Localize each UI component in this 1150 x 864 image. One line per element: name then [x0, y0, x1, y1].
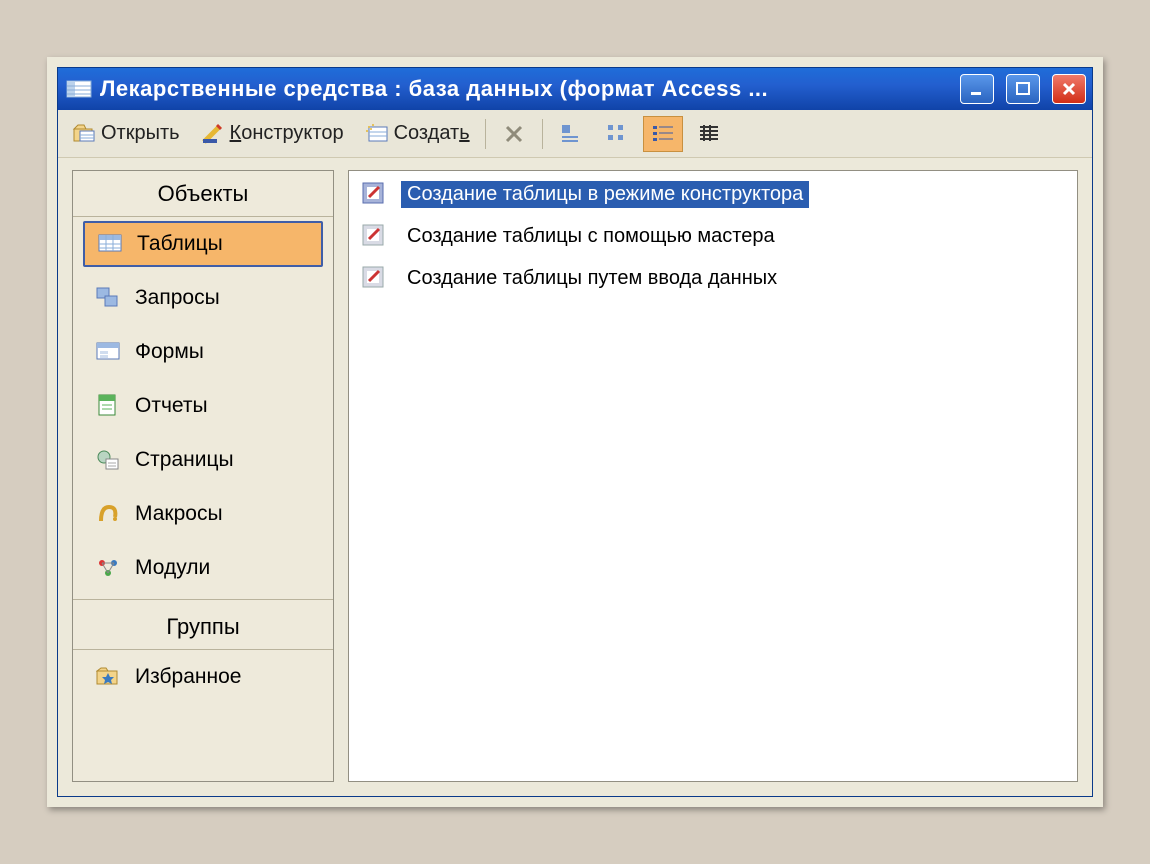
- sidebar-item-label: Модули: [135, 556, 210, 580]
- objects-sidebar: Объекты Таблицы Запросы: [72, 170, 334, 782]
- small-icons-button[interactable]: [597, 116, 637, 152]
- delete-button[interactable]: [494, 116, 534, 152]
- pages-icon: [95, 447, 121, 473]
- list-item-label: Создание таблицы путем ввода данных: [401, 265, 783, 292]
- app-icon: [66, 76, 92, 102]
- sidebar-item-macros[interactable]: Макросы: [83, 491, 323, 537]
- minimize-button[interactable]: [960, 74, 994, 104]
- database-window: Лекарственные средства : база данных (фо…: [57, 67, 1093, 797]
- macros-icon: [95, 501, 121, 527]
- list-item[interactable]: Создание таблицы с помощью мастера: [357, 219, 1069, 253]
- sidebar-item-label: Страницы: [135, 448, 234, 472]
- create-button[interactable]: Создать: [357, 116, 477, 152]
- details-view-button[interactable]: [689, 116, 729, 152]
- sidebar-item-label: Таблицы: [137, 232, 223, 256]
- list-item-label: Создание таблицы в режиме конструктора: [401, 181, 809, 208]
- sidebar-item-tables[interactable]: Таблицы: [83, 221, 323, 267]
- tables-icon: [97, 231, 123, 257]
- details-view-icon: [696, 121, 722, 147]
- reports-icon: [95, 393, 121, 419]
- titlebar[interactable]: Лекарственные средства : база данных (фо…: [58, 68, 1092, 110]
- small-icons-icon: [604, 121, 630, 147]
- large-icons-button[interactable]: [551, 116, 591, 152]
- large-icons-icon: [558, 121, 584, 147]
- sidebar-item-label: Формы: [135, 340, 204, 364]
- sidebar-item-label: Запросы: [135, 286, 220, 310]
- sidebar-item-queries[interactable]: Запросы: [83, 275, 323, 321]
- list-item[interactable]: Создание таблицы в режиме конструктора: [357, 177, 1069, 211]
- list-view-button[interactable]: [643, 116, 683, 152]
- design-icon: [200, 121, 226, 147]
- wizard-icon: [361, 265, 387, 291]
- design-button[interactable]: Конструктор: [193, 116, 351, 152]
- sidebar-item-forms[interactable]: Формы: [83, 329, 323, 375]
- close-button[interactable]: [1052, 74, 1086, 104]
- sidebar-item-reports[interactable]: Отчеты: [83, 383, 323, 429]
- sidebar-item-favorites[interactable]: Избранное: [83, 654, 323, 700]
- toolbar: Открыть Конструктор: [58, 110, 1092, 158]
- window-title: Лекарственные средства : база данных (фо…: [100, 76, 948, 102]
- groups-header[interactable]: Группы: [73, 604, 333, 650]
- forms-icon: [95, 339, 121, 365]
- wizard-icon: [361, 223, 387, 249]
- objects-header[interactable]: Объекты: [73, 171, 333, 217]
- delete-icon: [501, 121, 527, 147]
- list-view-icon: [650, 121, 676, 147]
- modules-icon: [95, 555, 121, 581]
- toolbar-separator: [542, 119, 543, 149]
- toolbar-separator: [485, 119, 486, 149]
- sidebar-divider: [73, 599, 333, 600]
- wizard-icon: [361, 181, 387, 207]
- queries-icon: [95, 285, 121, 311]
- list-item[interactable]: Создание таблицы путем ввода данных: [357, 261, 1069, 295]
- favorites-icon: [95, 664, 121, 690]
- list-item-label: Создание таблицы с помощью мастера: [401, 223, 781, 250]
- sidebar-item-label: Макросы: [135, 502, 223, 526]
- sidebar-item-pages[interactable]: Страницы: [83, 437, 323, 483]
- create-icon: [364, 121, 390, 147]
- sidebar-item-modules[interactable]: Модули: [83, 545, 323, 591]
- sidebar-item-label: Отчеты: [135, 394, 208, 418]
- content-list: Создание таблицы в режиме конструктора С…: [348, 170, 1078, 782]
- sidebar-item-label: Избранное: [135, 665, 241, 689]
- open-icon: [71, 121, 97, 147]
- maximize-button[interactable]: [1006, 74, 1040, 104]
- open-button[interactable]: Открыть: [64, 116, 187, 152]
